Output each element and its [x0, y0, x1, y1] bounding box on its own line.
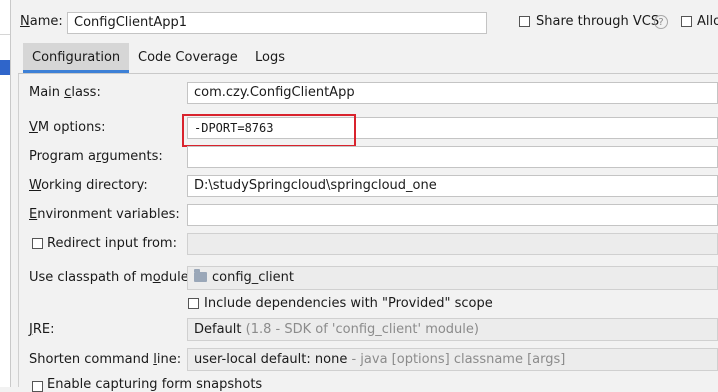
jre-label: JRE:: [29, 322, 55, 337]
shorten-select[interactable]: user-local default: none - java [options…: [187, 348, 718, 371]
left-sidebar-strip: [0, 0, 11, 387]
env-vars-field[interactable]: [187, 204, 718, 226]
help-icon[interactable]: ?: [654, 15, 668, 29]
program-args-field[interactable]: [187, 146, 718, 168]
redirect-input-label: Redirect input from:: [47, 236, 177, 251]
selected-config-indicator[interactable]: [0, 60, 10, 75]
program-args-label: Program arguments:: [29, 149, 163, 164]
redirect-input-checkbox[interactable]: [32, 238, 43, 249]
name-label: Name:: [20, 14, 63, 29]
working-dir-field[interactable]: D:\studySpringcloud\springcloud_one: [187, 175, 718, 197]
vm-options-highlight: [182, 114, 356, 147]
jre-select[interactable]: Default (1.8 - SDK of 'config_client' mo…: [187, 318, 718, 341]
share-vcs-label: Share through VCS: [536, 14, 660, 29]
allow-checkbox[interactable]: [681, 16, 692, 27]
tab-code-coverage[interactable]: Code Coverage: [129, 43, 247, 73]
include-deps-label: Include dependencies with "Provided" sco…: [204, 296, 493, 311]
sidebar-divider: [0, 34, 10, 35]
jre-hint: (1.8 - SDK of 'config_client' module): [245, 322, 479, 337]
tab-configuration[interactable]: Configuration: [23, 43, 130, 73]
main-class-field[interactable]: com.czy.ConfigClientApp: [187, 82, 718, 104]
include-deps-checkbox[interactable]: [188, 298, 199, 309]
panel-border: [18, 74, 19, 387]
classpath-module-select[interactable]: config_client: [187, 266, 718, 290]
share-vcs-checkbox[interactable]: [519, 16, 530, 27]
shorten-label: Shorten command line:: [29, 352, 182, 367]
working-dir-label: Working directory:: [29, 178, 148, 193]
classpath-label: Use classpath of module:: [29, 270, 194, 285]
name-input[interactable]: ConfigClientApp1: [67, 12, 487, 34]
shorten-value: user-local default: none: [194, 352, 348, 367]
shorten-hint: - java [options] classname [args]: [351, 352, 566, 367]
tabs-divider: [18, 73, 718, 74]
module-folder-icon: [194, 269, 207, 282]
jre-value: Default: [194, 322, 242, 337]
tab-logs[interactable]: Logs: [246, 43, 294, 73]
main-class-label: Main class:: [29, 85, 101, 100]
vm-options-label: VM options:: [29, 120, 106, 135]
env-vars-label: Environment variables:: [29, 207, 180, 222]
snapshots-label: Enable capturing form snapshots: [47, 377, 263, 392]
allow-label: Allo: [697, 14, 718, 29]
redirect-input-field: [187, 233, 718, 255]
